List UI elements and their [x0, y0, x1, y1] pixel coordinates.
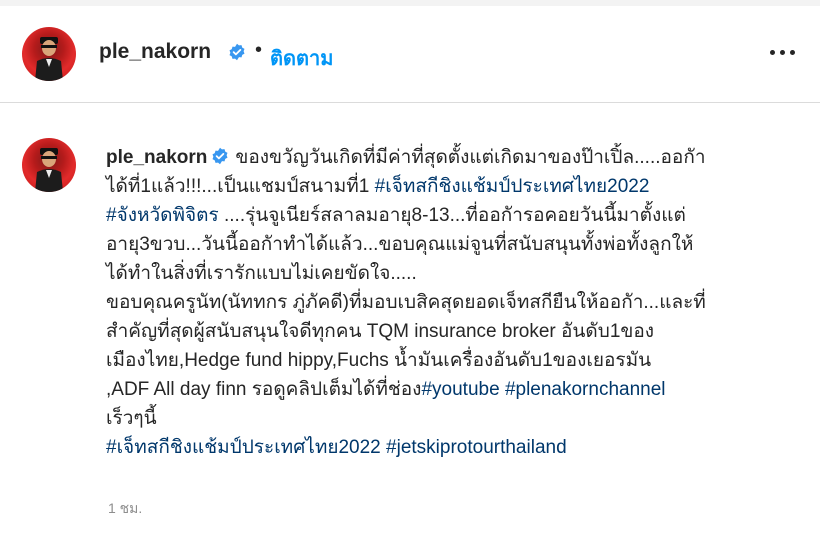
caption-text: สำคัญที่สุดผู้สนับสนุนใจดีทุกคน TQM insu… — [106, 321, 655, 342]
avatar[interactable] — [22, 27, 76, 81]
more-options-icon[interactable] — [768, 44, 798, 60]
caption-line: เร็วๆนี้ — [106, 404, 796, 433]
verified-badge-icon — [229, 43, 245, 61]
caption-username[interactable]: ple_nakorn — [106, 147, 207, 168]
hashtag-link[interactable]: #plenakornchannel — [505, 379, 666, 400]
hashtag-link[interactable]: #เจ็ทสกีชิงแช้มป์ประเทศไทย2022 — [106, 437, 381, 458]
caption-text: ของขวัญวันเกิดที่มีค่าที่สุดตั้งแต่เกิดม… — [235, 147, 706, 168]
separator-dot: • — [255, 39, 263, 61]
caption-line: สำคัญที่สุดผู้สนับสนุนใจดีทุกคน TQM insu… — [106, 317, 796, 346]
hashtag-link[interactable]: #jetskiprotourthailand — [386, 437, 567, 458]
caption-avatar[interactable] — [22, 138, 76, 192]
caption-text: เมืองไทย,Hedge fund hippy,Fuchs น้ำมันเค… — [106, 350, 652, 371]
caption-line: ,ADF All day finn รอดูคลิปเต็มได้ที่ช่อง… — [106, 375, 796, 404]
caption-text: ,ADF All day finn รอดูคลิปเต็มได้ที่ช่อง — [106, 379, 422, 400]
post-timestamp[interactable]: 1 ชม. — [108, 498, 142, 520]
caption-line: ple_nakorn ของขวัญวันเกิดที่มีค่าที่สุดตั… — [106, 143, 796, 172]
verified-badge-icon — [212, 147, 228, 165]
caption-line: อายุ3ขวบ...วันนี้ออกัาทำได้แล้ว...ขอบคุณ… — [106, 230, 796, 259]
caption-line: #จังหวัดพิจิตร ....รุ่นจูเนียร์สลาลมอายุ… — [106, 201, 796, 230]
post-caption: ple_nakorn ของขวัญวันเกิดที่มีค่าที่สุดตั… — [106, 143, 796, 462]
caption-text: อายุ3ขวบ...วันนี้ออกัาทำได้แล้ว...ขอบคุณ… — [106, 234, 694, 255]
caption-text: ได้ทำในสิ่งที่เรารักแบบไม่เคยขัดใจ..... — [106, 263, 417, 284]
post-header: ple_nakorn • ติดตาม — [0, 6, 820, 103]
follow-button[interactable]: ติดตาม — [270, 42, 333, 74]
caption-line: เมืองไทย,Hedge fund hippy,Fuchs น้ำมันเค… — [106, 346, 796, 375]
caption-text: ได้ที่1แล้ว!!!...เป็นแชมป์สนามที่1 — [106, 176, 375, 197]
header-username[interactable]: ple_nakorn — [99, 40, 211, 64]
caption-line: ได้ที่1แล้ว!!!...เป็นแชมป์สนามที่1 #เจ็ท… — [106, 172, 796, 201]
caption-text: ....รุ่นจูเนียร์สลาลมอายุ8-13...ที่ออกัา… — [218, 205, 686, 226]
hashtag-link[interactable]: #youtube — [421, 379, 499, 400]
caption-text: เร็วๆนี้ — [106, 408, 157, 429]
hashtag-link[interactable]: #จังหวัดพิจิตร — [106, 205, 219, 226]
caption-line: ขอบคุณครูนัท(นัททกร ภู่ภัคดี)ที่มอบเบสิค… — [106, 288, 796, 317]
caption-text: ขอบคุณครูนัท(นัททกร ภู่ภัคดี)ที่มอบเบสิค… — [106, 292, 706, 313]
avatar-person-icon — [35, 37, 63, 81]
caption-line: ได้ทำในสิ่งที่เรารักแบบไม่เคยขัดใจ..... — [106, 259, 796, 288]
hashtag-link[interactable]: #เจ็ทสกีชิงแช้มป์ประเทศไทย2022 — [375, 176, 650, 197]
caption-line: #เจ็ทสกีชิงแช้มป์ประเทศไทย2022 #jetskipr… — [106, 433, 796, 462]
avatar-person-icon — [35, 148, 63, 192]
